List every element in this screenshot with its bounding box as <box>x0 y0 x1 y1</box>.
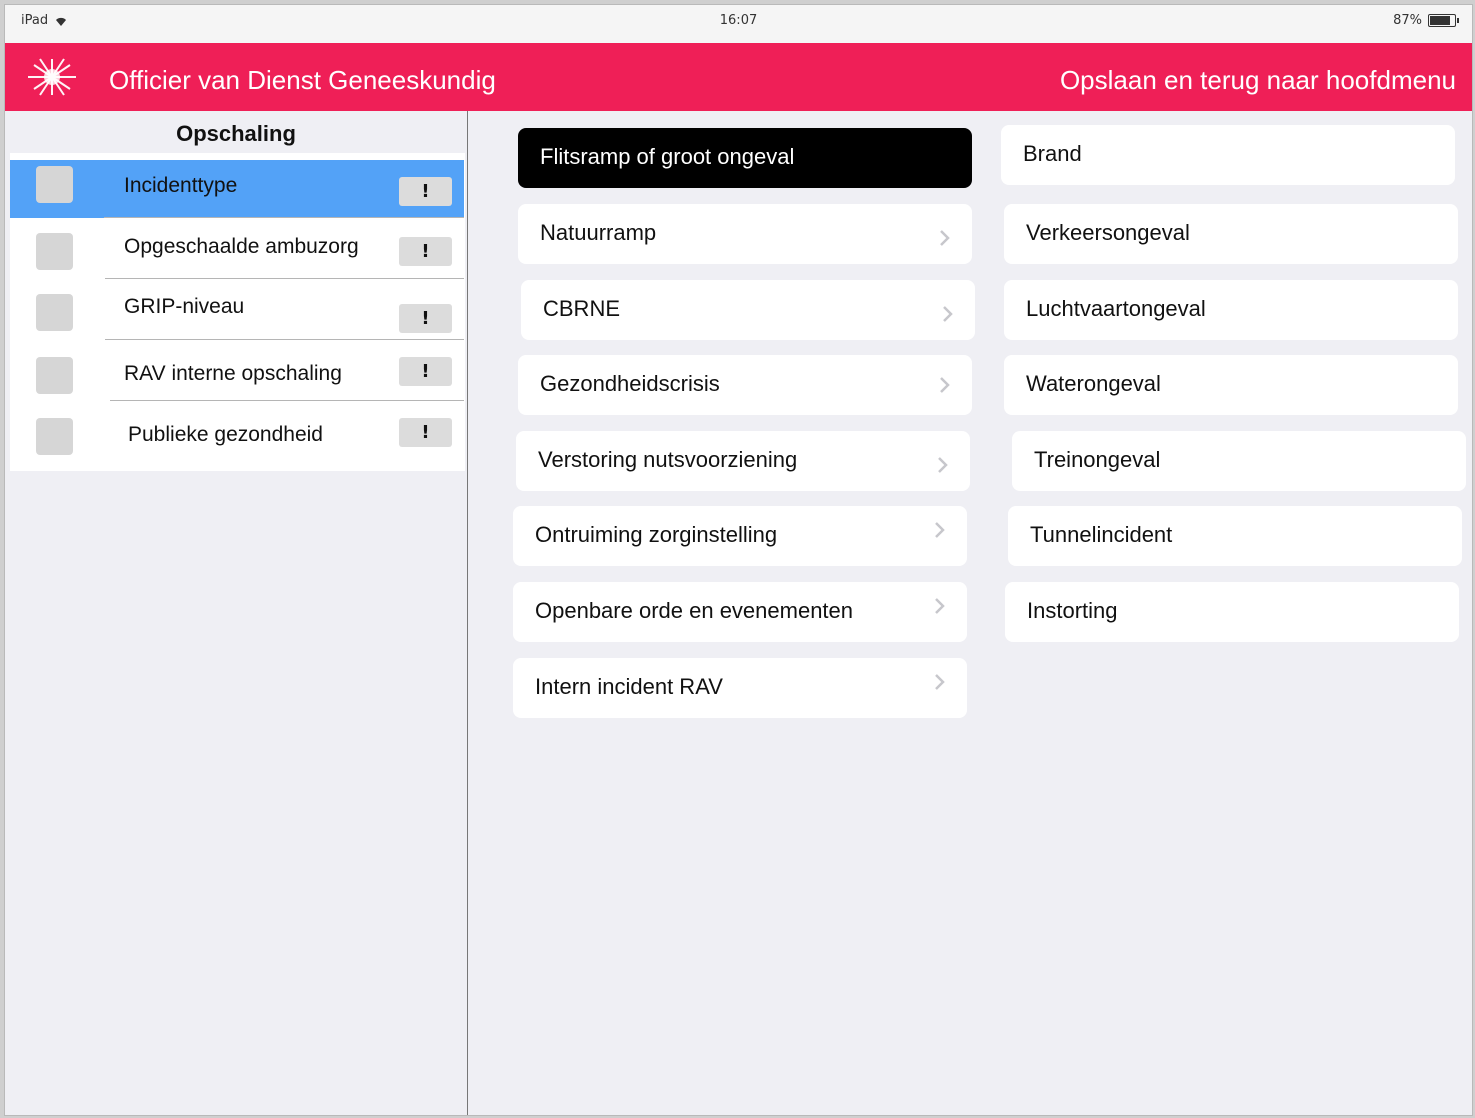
card-label: Waterongeval <box>1026 371 1161 396</box>
checkbox[interactable] <box>36 166 73 203</box>
card-label: Ontruiming zorginstelling <box>535 522 778 547</box>
card-label: Gezondheidscrisis <box>540 371 720 396</box>
sidebar-item-opgeschaalde-ambuzorg[interactable]: Opgeschaalde ambuzorg ! <box>10 221 464 279</box>
chevron-right-icon <box>935 598 945 614</box>
card-treinongeval[interactable]: Treinongeval <box>1012 431 1466 491</box>
page-title: Officier van Dienst Geneeskundig <box>109 65 496 95</box>
checkbox[interactable] <box>36 233 73 270</box>
card-intern-incident-rav[interactable]: Intern incident RAV <box>513 658 967 718</box>
card-label: Luchtvaartongeval <box>1026 296 1206 321</box>
divider <box>104 216 464 218</box>
card-label: Tunnelincident <box>1030 522 1173 547</box>
card-label: Natuurramp <box>540 220 657 245</box>
incident-type-grid: Flitsramp of groot ongeval Natuurramp CB… <box>468 111 1472 1115</box>
status-time: 16:07 <box>719 13 758 28</box>
card-flitsramp[interactable]: Flitsramp of groot ongeval <box>518 128 972 188</box>
sidebar-item-label: Incidenttype <box>124 174 238 197</box>
star-of-life-logo-icon <box>28 58 76 96</box>
card-label: Instorting <box>1027 598 1118 623</box>
battery-percent: 87% <box>1393 13 1422 28</box>
warning-badge: ! <box>399 237 452 266</box>
divider <box>105 338 464 340</box>
card-verstoring-nutsvoorziening[interactable]: Verstoring nutsvoorziening <box>516 431 970 491</box>
sidebar-item-incidenttype[interactable]: Incidenttype ! <box>10 160 464 218</box>
card-label: CBRNE <box>543 296 621 321</box>
chevron-right-icon <box>938 457 948 473</box>
status-bar: iPad 16:07 87% <box>5 5 1472 43</box>
status-right: 87% <box>1393 13 1459 28</box>
card-label: Treinongeval <box>1034 447 1161 472</box>
checkbox[interactable] <box>36 418 73 455</box>
card-instorting[interactable]: Instorting <box>1005 582 1459 642</box>
sidebar-item-publieke-gezondheid[interactable]: Publieke gezondheid ! <box>10 404 464 462</box>
card-label: Verkeersongeval <box>1026 220 1190 245</box>
sidebar-item-label: RAV interne opschaling <box>124 362 342 385</box>
warning-badge: ! <box>399 357 452 386</box>
sidebar-item-label: Publieke gezondheid <box>128 423 323 446</box>
sidebar-item-rav-interne-opschaling[interactable]: RAV interne opschaling ! <box>10 343 464 401</box>
warning-badge: ! <box>399 177 452 206</box>
ipad-screen: iPad 16:07 87% Officier van Dienst Genee… <box>4 4 1473 1116</box>
card-label: Brand <box>1023 141 1082 166</box>
card-luchtvaartongeval[interactable]: Luchtvaartongeval <box>1004 280 1458 340</box>
card-tunnelincident[interactable]: Tunnelincident <box>1008 506 1462 566</box>
checkbox[interactable] <box>36 294 73 331</box>
card-label: Verstoring nutsvoorziening <box>538 447 798 472</box>
card-waterongeval[interactable]: Waterongeval <box>1004 355 1458 415</box>
warning-badge: ! <box>399 304 452 333</box>
card-label: Openbare orde en evenementen <box>535 598 854 623</box>
sidebar-item-label: Opgeschaalde ambuzorg <box>124 235 359 258</box>
save-and-back-button[interactable]: Opslaan en terug naar hoofdmenu <box>1060 65 1456 96</box>
divider <box>110 399 464 401</box>
app-header: Officier van Dienst Geneeskundig Opslaan… <box>5 43 1472 111</box>
chevron-right-icon <box>943 306 953 322</box>
sidebar-menu: Incidenttype ! Opgeschaalde ambuzorg ! G… <box>10 153 465 471</box>
card-cbrne[interactable]: CBRNE <box>521 280 975 340</box>
checkbox[interactable] <box>36 357 73 394</box>
card-label: Intern incident RAV <box>535 674 723 699</box>
card-ontruiming-zorginstelling[interactable]: Ontruiming zorginstelling <box>513 506 967 566</box>
chevron-right-icon <box>940 230 950 246</box>
battery-icon <box>1428 14 1459 27</box>
warning-badge: ! <box>399 418 452 447</box>
divider <box>105 277 464 279</box>
card-verkeersongeval[interactable]: Verkeersongeval <box>1004 204 1458 264</box>
chevron-right-icon <box>935 522 945 538</box>
card-gezondheidscrisis[interactable]: Gezondheidscrisis <box>518 355 972 415</box>
card-openbare-orde[interactable]: Openbare orde en evenementen <box>513 582 967 642</box>
app-logo <box>15 53 89 101</box>
card-natuurramp[interactable]: Natuurramp <box>518 204 972 264</box>
sidebar: Opschaling Incidenttype ! Opgeschaalde a… <box>5 111 468 1115</box>
card-brand[interactable]: Brand <box>1001 125 1455 185</box>
chevron-right-icon <box>935 674 945 690</box>
chevron-right-icon <box>940 377 950 393</box>
card-label: Flitsramp of groot ongeval <box>540 144 795 169</box>
sidebar-item-grip-niveau[interactable]: GRIP-niveau ! <box>10 282 464 340</box>
sidebar-item-label: GRIP-niveau <box>124 295 245 318</box>
sidebar-heading: Opschaling <box>176 121 296 146</box>
